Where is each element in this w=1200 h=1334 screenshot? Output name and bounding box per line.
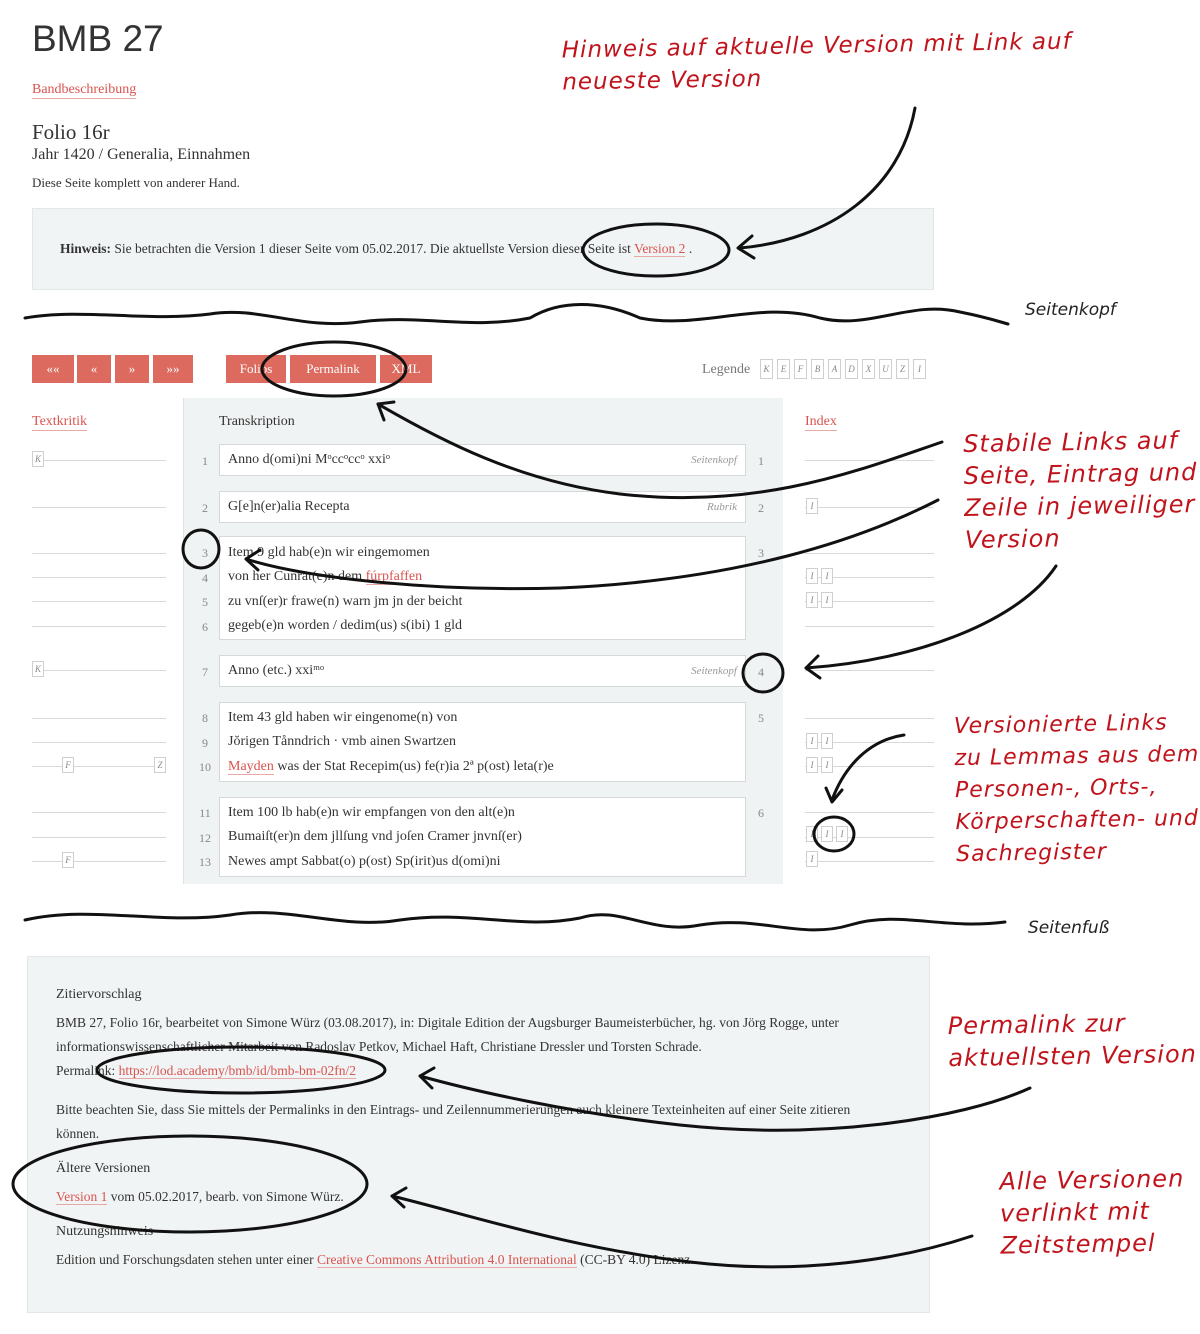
line-number-circle <box>181 528 221 570</box>
annotation-line: Stabile Links auf <box>962 426 1179 459</box>
annotation-versionierte: Versionierte Links zu Lemmas aus dem Per… <box>954 707 1200 871</box>
seitenkopf-wave <box>23 303 1010 326</box>
annotation-line: Alle Versionen <box>999 1164 1185 1196</box>
older-versions-circle <box>11 1134 369 1234</box>
annotation-permalink: Permalink zur aktuellsten Version <box>947 1006 1197 1074</box>
alle-arrow <box>390 1194 974 1269</box>
annotation-alle: Alle Versionen verlinkt mit Zeitstempel <box>999 1162 1185 1261</box>
annotation-line: aktuellsten Version <box>948 1039 1198 1073</box>
annotation-line: Seite, Eintrag und <box>963 457 1198 491</box>
annotation-stabile: Stabile Links auf Seite, Eintrag und Zei… <box>963 424 1199 556</box>
stabile-arrow-3 <box>804 564 1058 670</box>
hinweis-arrow <box>738 106 917 250</box>
stabile-arrow-2 <box>244 498 940 591</box>
annotation-hinweis: Hinweis auf aktuelle Version mit Link au… <box>561 26 1072 99</box>
entry-number-circle <box>741 652 785 694</box>
permalink-button-circle <box>260 340 408 398</box>
annotation-line: Sachregister <box>955 839 1108 868</box>
annotation-line: Körperschaften- und <box>955 805 1200 836</box>
annotation-line: Permalink zur <box>947 1009 1126 1041</box>
seitenfuss-wave <box>23 911 1007 932</box>
annotation-seitenfuss: Seitenfuß <box>1028 918 1110 938</box>
annotation-line: Version <box>964 524 1061 555</box>
annotation-line: Personen-, Orts-, <box>954 774 1158 804</box>
annotation-line: Zeitstempel <box>1000 1228 1156 1260</box>
stabile-arrow-1 <box>376 402 944 500</box>
annotation-line: zu Lemmas aus dem <box>954 741 1200 772</box>
version-link-circle <box>581 222 731 278</box>
footer-permalink-circle <box>95 1045 387 1095</box>
annotation-line: Versionierte Links <box>953 710 1168 740</box>
index-marker-circle <box>812 815 856 853</box>
annotation-line: verlinkt mit <box>999 1197 1151 1228</box>
annotation-line: Zeile in jeweiliger <box>964 490 1196 523</box>
annotation-strokes <box>11 106 1058 1269</box>
permalink-arrow <box>418 1074 1032 1132</box>
annotation-seitenkopf: Seitenkopf <box>1025 300 1116 320</box>
